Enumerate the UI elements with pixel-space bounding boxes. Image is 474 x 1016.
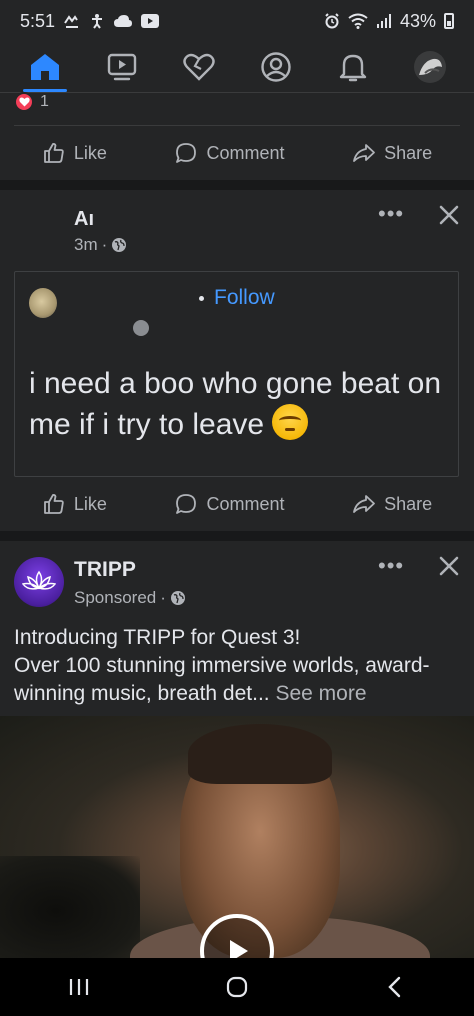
comment-label: Comment [206, 493, 285, 514]
post1-divider [14, 125, 460, 126]
love-reaction-icon [14, 92, 34, 112]
nav-watch[interactable] [92, 44, 152, 90]
tripp-avatar[interactable] [14, 557, 64, 607]
follow-button[interactable]: Follow [199, 286, 275, 310]
accessibility-icon [89, 13, 105, 29]
avatar-icon [413, 51, 446, 83]
battery-percent: 43% [399, 10, 436, 31]
nav-dating[interactable] [169, 44, 229, 90]
status-right: 43% [324, 11, 454, 32]
ad-more-button[interactable]: ••• [378, 555, 404, 577]
post2-author-name[interactable]: Aı [74, 208, 94, 231]
alarm-icon [324, 13, 340, 29]
like-label: Like [73, 142, 107, 163]
bell-icon [339, 54, 366, 82]
video-background-object [0, 856, 140, 958]
flushed-emoji-icon [272, 404, 309, 440]
profile-icon [260, 52, 291, 82]
globe-icon [170, 591, 185, 605]
top-nav-bar [0, 42, 474, 92]
ad-video[interactable] [0, 716, 474, 958]
ad-text: Introducing TRIPP for Quest 3! Over 100 … [14, 624, 464, 708]
reaction-count: 1 [40, 93, 49, 110]
comment-icon [176, 494, 197, 514]
post2-comment-button[interactable]: Comment [168, 484, 290, 524]
post2-action-bar: Like Comment Share [0, 478, 474, 530]
signal-icon [376, 13, 392, 29]
like-icon [43, 494, 64, 514]
share-icon [353, 144, 376, 162]
like-icon [43, 143, 64, 163]
recent-apps-icon [69, 979, 89, 995]
post2-timestamp[interactable]: 3m [74, 235, 98, 255]
recent-apps-button[interactable] [49, 967, 109, 1007]
back-chevron-icon [388, 976, 401, 998]
play-icon [230, 940, 248, 958]
video-hair [188, 724, 332, 784]
home-button[interactable] [207, 967, 267, 1007]
status-time: 5:51 [20, 10, 56, 31]
home-icon [30, 54, 59, 80]
nav-menu[interactable] [400, 44, 460, 90]
home-circle-icon [226, 976, 248, 998]
status-left: 5:51 [20, 10, 160, 32]
follow-label: Follow [214, 286, 275, 309]
video-icon [107, 53, 136, 81]
close-icon [439, 205, 459, 225]
follow-separator [199, 295, 204, 301]
ad-close-button[interactable] [434, 551, 464, 581]
battery-icon [444, 13, 454, 29]
nav-profile[interactable] [246, 44, 306, 90]
close-icon [439, 556, 459, 576]
tripp-meta: Sponsored · [74, 588, 186, 608]
missed-call-icon [63, 13, 81, 29]
see-more-link[interactable]: See more [275, 682, 366, 705]
nav-notifications[interactable] [323, 44, 383, 90]
share-label: Share [384, 493, 433, 514]
status-bar: 5:51 43% [0, 0, 474, 42]
share-icon [353, 495, 376, 513]
post2-like-button[interactable]: Like [36, 484, 113, 524]
share-label: Share [384, 142, 433, 163]
post2-close-button[interactable] [434, 200, 464, 230]
post2-share-button[interactable]: Share [346, 484, 438, 524]
post1-comment-button[interactable]: Comment [168, 133, 290, 173]
nav-home[interactable] [15, 44, 75, 92]
comment-icon [176, 143, 197, 163]
ad-line-2-text: Over 100 stunning immersive worlds, awar… [14, 654, 430, 705]
like-label: Like [73, 493, 107, 514]
shared-post[interactable]: Follow i need a boo who gone beat on me … [14, 271, 459, 477]
back-button[interactable] [365, 967, 425, 1007]
ad-line-1: Introducing TRIPP for Quest 3! [14, 626, 301, 649]
nav-divider [0, 92, 474, 93]
post1-action-bar: Like Comment Share [0, 127, 474, 179]
shared-author-avatar[interactable] [29, 288, 57, 318]
shared-author-badge-icon [133, 320, 149, 336]
post-separator [0, 180, 474, 190]
meta-dot: · [101, 235, 108, 254]
post-separator [0, 531, 474, 541]
post2-more-button[interactable]: ••• [378, 203, 404, 225]
shared-post-text: i need a boo who gone beat on me if i tr… [29, 364, 454, 445]
sponsored-label[interactable]: Sponsored [74, 588, 156, 608]
cloud-icon [113, 14, 133, 28]
heart-icon [182, 53, 215, 81]
wifi-icon [348, 13, 368, 29]
meta-dot: · [160, 588, 166, 607]
post1-like-button[interactable]: Like [36, 133, 113, 173]
lotus-icon [22, 570, 56, 590]
android-navigation-bar [0, 958, 474, 1016]
ad-line-2: Over 100 stunning immersive worlds, awar… [14, 652, 464, 708]
post2-header: Aı 3m · ••• [0, 190, 474, 260]
post1-share-button[interactable]: Share [346, 133, 438, 173]
post2-meta: 3m · [74, 235, 127, 255]
shared-post-body: i need a boo who gone beat on me if i tr… [29, 367, 442, 441]
reactions-summary[interactable]: 1 [14, 92, 49, 112]
globe-icon [112, 238, 127, 252]
youtube-icon [141, 14, 160, 28]
comment-label: Comment [206, 142, 285, 163]
tripp-name[interactable]: TRIPP [74, 558, 136, 582]
